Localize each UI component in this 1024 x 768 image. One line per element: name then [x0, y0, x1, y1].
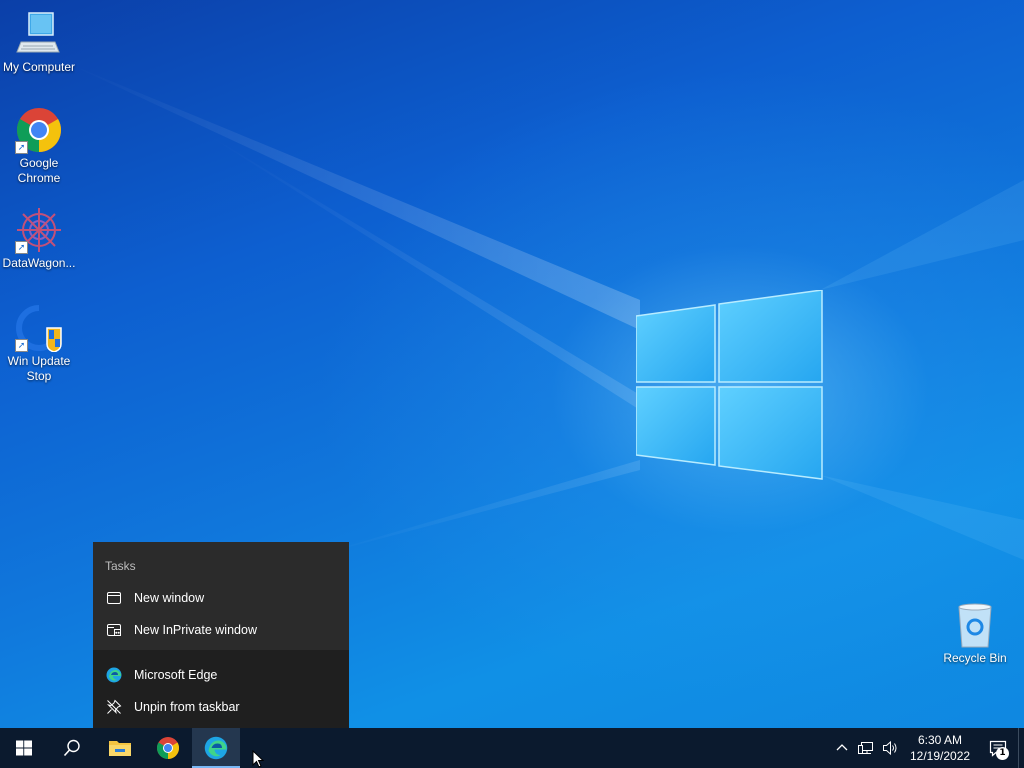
action-center-button[interactable]: 1: [978, 728, 1018, 768]
microsoft-edge-item[interactable]: Microsoft Edge: [93, 659, 349, 691]
desktop-icon-label: Recycle Bin: [943, 651, 1007, 665]
show-hidden-icons-button[interactable]: [830, 728, 854, 768]
window-icon: [105, 589, 123, 607]
system-tray: 6:30 AM 12/19/2022 1: [830, 728, 1024, 768]
search-icon: [63, 739, 80, 757]
volume-icon: [883, 740, 897, 756]
file-explorer-icon: [109, 741, 131, 756]
desktop-icon-google-chrome[interactable]: ➚ Google Chrome: [0, 106, 78, 186]
jump-list-tasks-section: Tasks New window New InPrivate window: [93, 542, 349, 650]
shortcut-arrow-icon: ➚: [15, 339, 28, 352]
clock-date: 12/19/2022: [910, 749, 971, 763]
new-inprivate-window-label: New InPrivate window: [134, 623, 257, 637]
desktop-icon-label: DataWagon...: [2, 256, 76, 270]
inprivate-window-icon: [105, 621, 123, 639]
unpin-from-taskbar-label: Unpin from taskbar: [134, 700, 240, 714]
chrome-icon: ➚: [15, 106, 63, 154]
start-button[interactable]: [0, 728, 48, 768]
desktop-icon-recycle-bin[interactable]: Recycle Bin: [936, 601, 1014, 666]
search-button[interactable]: [48, 728, 96, 768]
notification-count-badge: 1: [996, 747, 1009, 760]
network-icon: [858, 742, 873, 754]
windows-logo-wallpaper: [636, 290, 823, 480]
clock-time: 6:30 AM: [917, 733, 963, 747]
volume-button[interactable]: [878, 728, 902, 768]
new-inprivate-window-item[interactable]: New InPrivate window: [93, 614, 349, 646]
mouse-cursor-icon: [252, 750, 264, 768]
show-desktop-button[interactable]: [1018, 728, 1024, 768]
start-icon: [16, 740, 32, 756]
chrome-icon: [157, 737, 179, 759]
network-button[interactable]: [854, 728, 878, 768]
unpin-icon: [105, 698, 123, 716]
new-window-label: New window: [134, 591, 205, 605]
desktop-icon-win-update-stop[interactable]: ➚ Win Update Stop: [0, 304, 78, 384]
jump-list-header: Tasks: [105, 559, 136, 573]
microsoft-edge-label: Microsoft Edge: [134, 668, 218, 682]
edge-icon: [105, 666, 123, 684]
desktop-icon-label: My Computer: [2, 60, 76, 74]
win-update-stop-icon: ➚: [15, 304, 63, 353]
taskbar: 6:30 AM 12/19/2022 1: [0, 728, 1024, 768]
chrome-taskbar-button[interactable]: [144, 728, 192, 768]
shortcut-arrow-icon: ➚: [15, 141, 28, 154]
shortcut-arrow-icon: ➚: [15, 241, 28, 254]
desktop-icon-label: Google Chrome: [17, 156, 61, 185]
file-explorer-button[interactable]: [96, 728, 144, 768]
jump-list-app-section: Microsoft Edge Unpin from taskbar: [93, 650, 349, 728]
unpin-from-taskbar-item[interactable]: Unpin from taskbar: [93, 691, 349, 723]
edge-icon: [204, 736, 228, 760]
computer-icon: [15, 10, 63, 58]
new-window-item[interactable]: New window: [93, 582, 349, 614]
datawagon-icon: ➚: [15, 206, 63, 254]
edge-jump-list: Tasks New window New InPrivate window Mi…: [93, 542, 349, 728]
clock[interactable]: 6:30 AM 12/19/2022: [902, 732, 978, 764]
desktop-icon-label: Win Update Stop: [7, 354, 71, 383]
desktop-icon-my-computer[interactable]: My Computer: [0, 10, 78, 75]
recycle-bin-icon: [951, 601, 999, 649]
edge-taskbar-button[interactable]: [192, 728, 240, 768]
desktop-icon-datawagon[interactable]: ➚ DataWagon...: [0, 206, 78, 271]
chevron-up-icon: [836, 744, 848, 751]
